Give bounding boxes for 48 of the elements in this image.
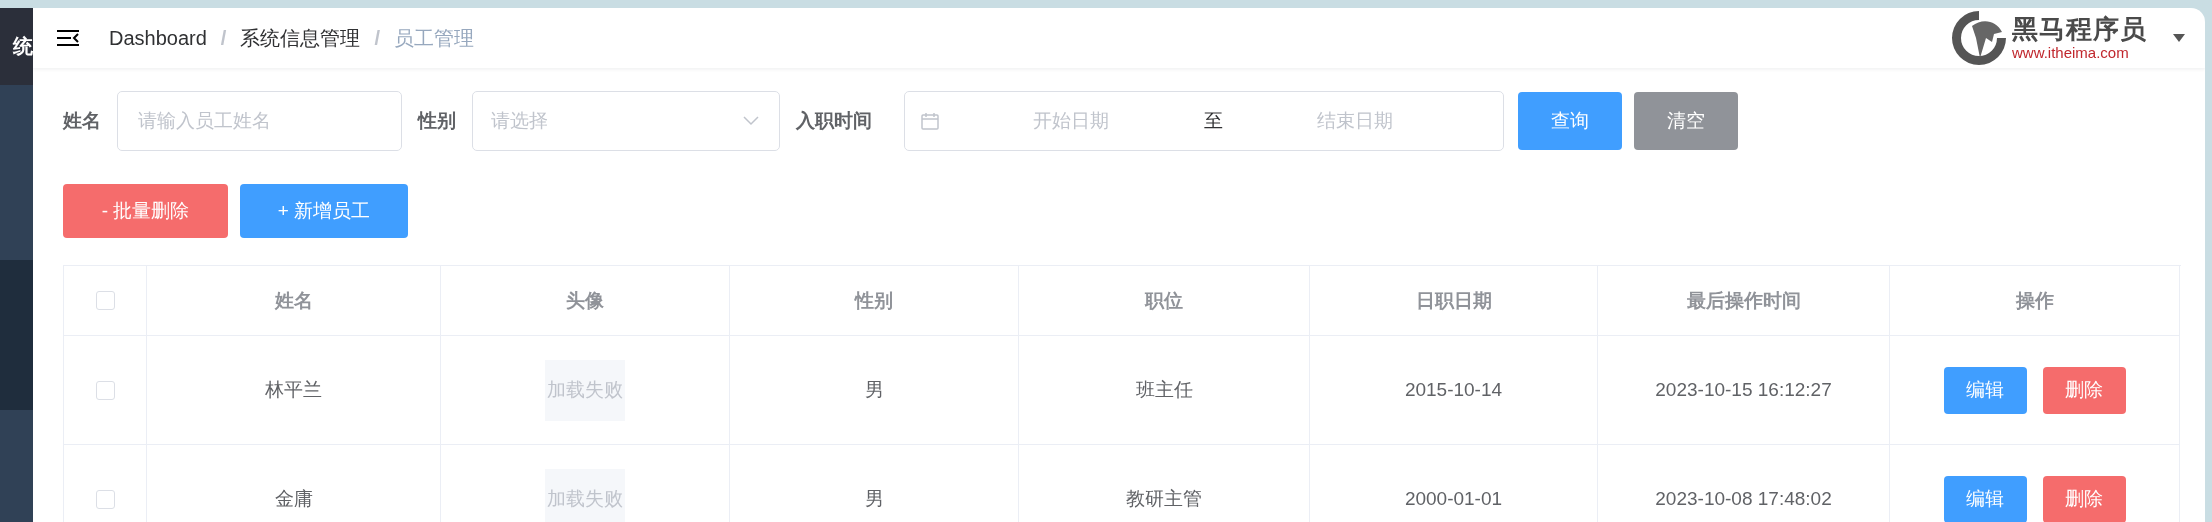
action-button[interactable]: + 新增员工: [240, 184, 408, 238]
date-range-field[interactable]: 开始日期 至 结束日期: [904, 91, 1504, 151]
menu-toggle-icon[interactable]: [57, 30, 79, 46]
delete-button[interactable]: 删除: [2042, 366, 2126, 414]
breadcrumb-separator: /: [374, 26, 380, 50]
name-input-field[interactable]: 请输入员工姓名: [117, 91, 402, 151]
sidebar-active-item[interactable]: [0, 260, 33, 410]
column-header: 性别: [855, 288, 893, 313]
filter-label: 姓名: [63, 109, 101, 133]
logo-name: 黑马程序员: [2012, 14, 2147, 44]
edit-button[interactable]: 编辑: [1943, 366, 2027, 414]
row-checkbox[interactable]: [95, 489, 115, 509]
table-cell-text: 男: [864, 487, 884, 511]
dropdown-caret-icon[interactable]: [2173, 34, 2185, 42]
column-header: 姓名: [274, 288, 313, 313]
select-all-checkbox[interactable]: [95, 291, 115, 310]
table-cell: 2023-10-15 16:12:27: [1655, 379, 1832, 401]
breadcrumb-item: 员工管理: [393, 25, 474, 51]
table-cell-text: 金庸: [274, 487, 313, 511]
column-header: 头像: [566, 288, 604, 313]
gender-select[interactable]: 请选择: [472, 91, 780, 151]
sidebar-title: 统: [13, 34, 33, 59]
filter-button[interactable]: 查询: [1518, 92, 1622, 150]
filter-label: 入职时间: [796, 109, 872, 133]
row-checkbox[interactable]: [95, 380, 115, 400]
chevron-down-icon: [743, 116, 759, 126]
table-cell-text: 林平兰: [265, 378, 322, 402]
calendar-icon: [921, 112, 939, 130]
breadcrumb-item[interactable]: 系统信息管理: [240, 24, 361, 52]
table-cell: 2023-10-08 17:48:02: [1655, 488, 1832, 510]
logo-icon: [1950, 8, 2008, 68]
breadcrumb-separator: /: [220, 26, 227, 50]
column-header: 职位: [1145, 288, 1183, 313]
column-header: 日职日期: [1415, 288, 1492, 313]
table-cell-text: 教研主管: [1126, 487, 1202, 511]
column-header: 操作: [2015, 288, 2054, 313]
filter-label: 性别: [418, 109, 456, 133]
breadcrumb-item[interactable]: Dashboard: [109, 26, 207, 50]
edit-button[interactable]: 编辑: [1943, 475, 2027, 522]
column-header: 最后操作时间: [1686, 288, 1801, 313]
table-cell: 2000-01-01: [1404, 488, 1503, 510]
logo-url: www.itheima.com: [2012, 44, 2130, 62]
table-cell-text: 班主任: [1135, 378, 1193, 402]
table-cell-text: 男: [864, 378, 884, 402]
filter-button[interactable]: 清空: [1634, 92, 1738, 150]
table-cell: 2015-10-14: [1404, 379, 1503, 401]
delete-button[interactable]: 删除: [2042, 475, 2126, 522]
action-button[interactable]: - 批量删除: [63, 184, 228, 238]
